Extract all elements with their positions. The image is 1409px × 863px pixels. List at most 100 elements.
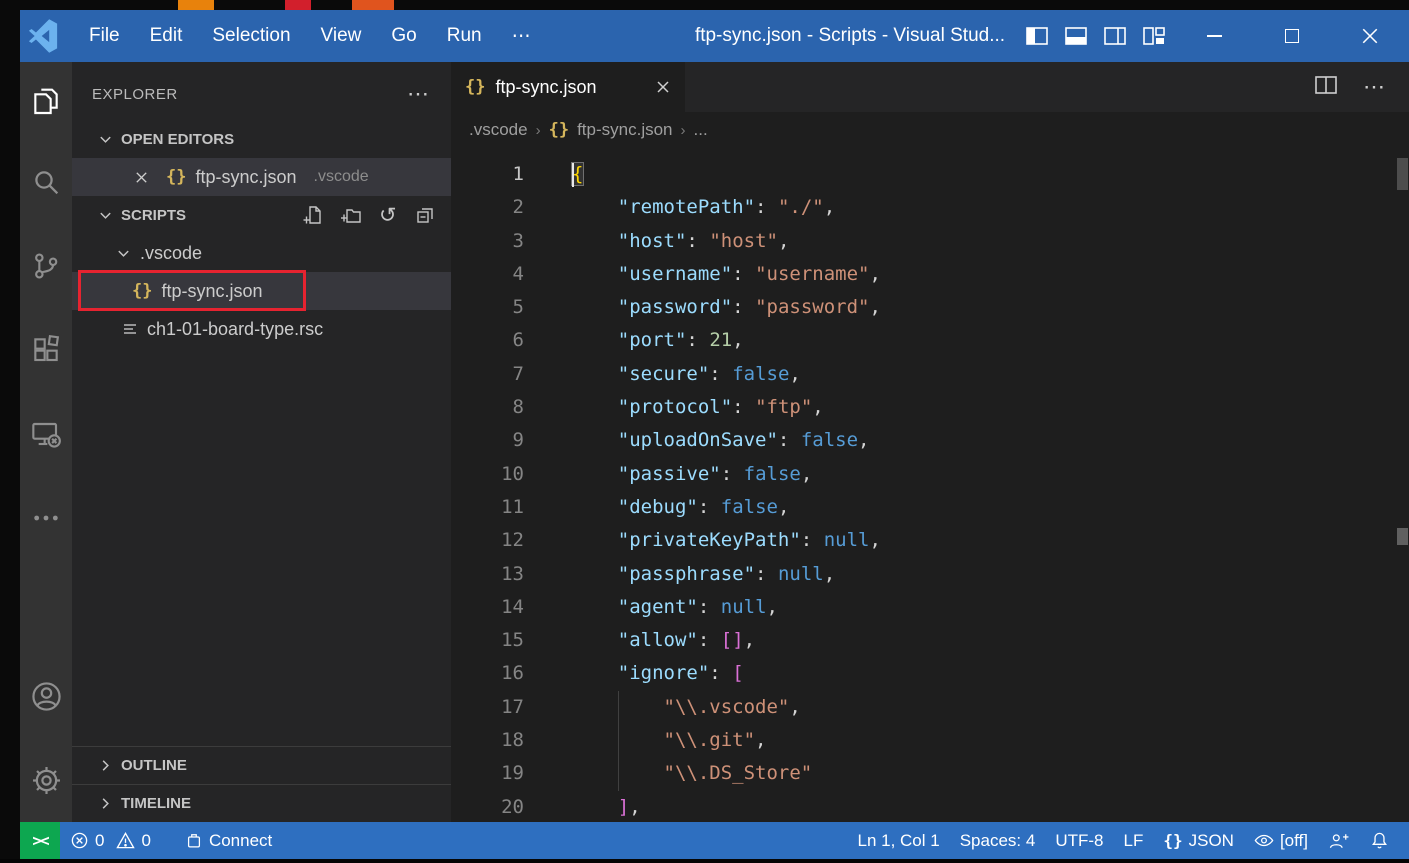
code-line[interactable]: 20 ], xyxy=(451,791,1395,822)
ftp-watch-status[interactable]: [off] xyxy=(1244,822,1318,859)
remote-indicator[interactable]: >< xyxy=(20,822,60,859)
code-line[interactable]: 7 "secure": false, xyxy=(451,358,1395,391)
extensions-icon[interactable] xyxy=(20,308,72,392)
toggle-panel-icon[interactable] xyxy=(1065,27,1087,45)
settings-gear-icon[interactable] xyxy=(20,738,72,822)
tab-label: ftp-sync.json xyxy=(495,77,596,98)
explorer-more-icon[interactable]: ⋯ xyxy=(407,81,431,107)
split-editor-icon[interactable] xyxy=(1315,76,1337,99)
editor-group: {} ftp-sync.json ⋯ .vscode › {} ftp-sync… xyxy=(451,62,1409,822)
chevron-right-icon: › xyxy=(536,122,541,139)
new-folder-icon[interactable] xyxy=(341,205,361,225)
close-editor-icon[interactable] xyxy=(134,170,149,185)
menu-edit[interactable]: Edit xyxy=(135,10,198,62)
language-label: JSON xyxy=(1189,831,1234,851)
menu-selection[interactable]: Selection xyxy=(197,10,305,62)
code-line[interactable]: 17 "\\.vscode", xyxy=(451,691,1395,724)
breadcrumb-more[interactable]: ... xyxy=(694,120,708,140)
minimap[interactable] xyxy=(1319,150,1391,210)
breadcrumb-file[interactable]: ftp-sync.json xyxy=(577,120,672,140)
feedback-button[interactable] xyxy=(1318,822,1360,859)
remote-explorer-icon[interactable] xyxy=(20,392,72,476)
cursor-position-status[interactable]: Ln 1, Col 1 xyxy=(847,822,949,859)
code-line[interactable]: 3 "host": "host", xyxy=(451,225,1395,258)
toggle-secondary-sidebar-icon[interactable] xyxy=(1104,27,1126,45)
code-line[interactable]: 13 "passphrase": null, xyxy=(451,558,1395,591)
refresh-icon[interactable]: ↻ xyxy=(379,205,397,226)
editor-more-icon[interactable]: ⋯ xyxy=(1363,74,1387,100)
json-file-icon: {} xyxy=(549,120,569,140)
window-controls xyxy=(1175,10,1409,62)
status-bar: >< 0 0 Connect Ln 1, Col 1 Spaces: 4 xyxy=(20,822,1409,859)
search-icon[interactable] xyxy=(20,140,72,224)
folder-vscode[interactable]: .vscode xyxy=(72,234,451,272)
code-line[interactable]: 15 "allow": [], xyxy=(451,624,1395,657)
menu-go[interactable]: Go xyxy=(376,10,431,62)
timeline-label: TIMELINE xyxy=(121,795,191,812)
scrollbar-thumb[interactable] xyxy=(1397,158,1408,190)
code-line[interactable]: 14 "agent": null, xyxy=(451,591,1395,624)
open-editor-detail: .vscode xyxy=(314,168,369,186)
bottom-strip xyxy=(0,859,1409,863)
code-line[interactable]: 9 "uploadOnSave": false, xyxy=(451,424,1395,457)
maximize-button[interactable] xyxy=(1253,10,1331,62)
file-ftp-sync-json[interactable]: {} ftp-sync.json xyxy=(72,272,451,310)
code-line[interactable]: 6 "port": 21, xyxy=(451,324,1395,357)
line-number: 1 xyxy=(451,158,524,191)
ftp-connect-button[interactable]: Connect xyxy=(175,822,282,859)
language-status[interactable]: {} JSON xyxy=(1153,822,1244,859)
file-name: ch1-01-board-type.rsc xyxy=(147,319,323,340)
status-right: Ln 1, Col 1 Spaces: 4 UTF-8 LF {} JSON [… xyxy=(847,822,1409,859)
open-editor-item[interactable]: {} ftp-sync.json .vscode xyxy=(72,158,451,196)
problems-status[interactable]: 0 0 xyxy=(60,822,161,859)
timeline-section[interactable]: TIMELINE xyxy=(72,784,451,822)
code-line[interactable]: 1{ xyxy=(451,158,1395,191)
scripts-section[interactable]: SCRIPTS ↻ xyxy=(72,196,451,234)
notifications-bell-button[interactable] xyxy=(1360,822,1399,859)
collapse-all-icon[interactable] xyxy=(415,205,435,225)
file-ch1-01-board-type-rsc[interactable]: ch1-01-board-type.rsc xyxy=(72,310,451,348)
chevron-right-icon xyxy=(98,796,113,811)
customize-layout-icon[interactable] xyxy=(1143,27,1165,45)
outline-section[interactable]: OUTLINE xyxy=(72,746,451,784)
encoding-status[interactable]: UTF-8 xyxy=(1045,822,1113,859)
tab-ftp-sync-json[interactable]: {} ftp-sync.json xyxy=(451,62,685,112)
connect-label: Connect xyxy=(209,831,272,851)
code-line[interactable]: 19 "\\.DS_Store" xyxy=(451,757,1395,790)
explorer-icon[interactable] xyxy=(20,62,72,140)
menu-view[interactable]: View xyxy=(306,10,377,62)
code-line[interactable]: 11 "debug": false, xyxy=(451,491,1395,524)
menu-run[interactable]: Run xyxy=(432,10,497,62)
line-number: 12 xyxy=(451,524,524,557)
breadcrumb-vscode[interactable]: .vscode xyxy=(469,120,528,140)
code-line[interactable]: 16 "ignore": [ xyxy=(451,657,1395,690)
line-number: 14 xyxy=(451,591,524,624)
minimize-button[interactable] xyxy=(1175,10,1253,62)
more-actions-icon[interactable] xyxy=(20,476,72,560)
code-line[interactable]: 8 "protocol": "ftp", xyxy=(451,391,1395,424)
chevron-down-icon xyxy=(98,208,113,223)
new-file-icon[interactable] xyxy=(303,205,323,225)
open-editors-section[interactable]: OPEN EDITORS xyxy=(72,120,451,158)
code-editor[interactable]: 1{2 "remotePath": "./",3 "host": "host",… xyxy=(451,148,1395,822)
line-number: 4 xyxy=(451,258,524,291)
explorer-header: EXPLORER ⋯ xyxy=(72,62,451,120)
code-line[interactable]: 4 "username": "username", xyxy=(451,258,1395,291)
code-line[interactable]: 18 "\\.git", xyxy=(451,724,1395,757)
code-line[interactable]: 5 "password": "password", xyxy=(451,291,1395,324)
code-line[interactable]: 12 "privateKeyPath": null, xyxy=(451,524,1395,557)
account-icon[interactable] xyxy=(20,654,72,738)
code-line[interactable]: 2 "remotePath": "./", xyxy=(451,191,1395,224)
menu-file[interactable]: File xyxy=(74,10,135,62)
toggle-sidebar-icon[interactable] xyxy=(1026,27,1048,45)
tab-close-icon[interactable] xyxy=(655,79,671,95)
source-control-icon[interactable] xyxy=(20,224,72,308)
indentation-status[interactable]: Spaces: 4 xyxy=(950,822,1046,859)
code-line[interactable]: 10 "passive": false, xyxy=(451,458,1395,491)
line-number: 20 xyxy=(451,791,524,822)
eol-status[interactable]: LF xyxy=(1114,822,1154,859)
scripts-label: SCRIPTS xyxy=(121,207,186,224)
menu-more[interactable]: ⋯ xyxy=(497,10,546,62)
background-window-fragment xyxy=(178,0,214,10)
close-button[interactable] xyxy=(1331,10,1409,62)
